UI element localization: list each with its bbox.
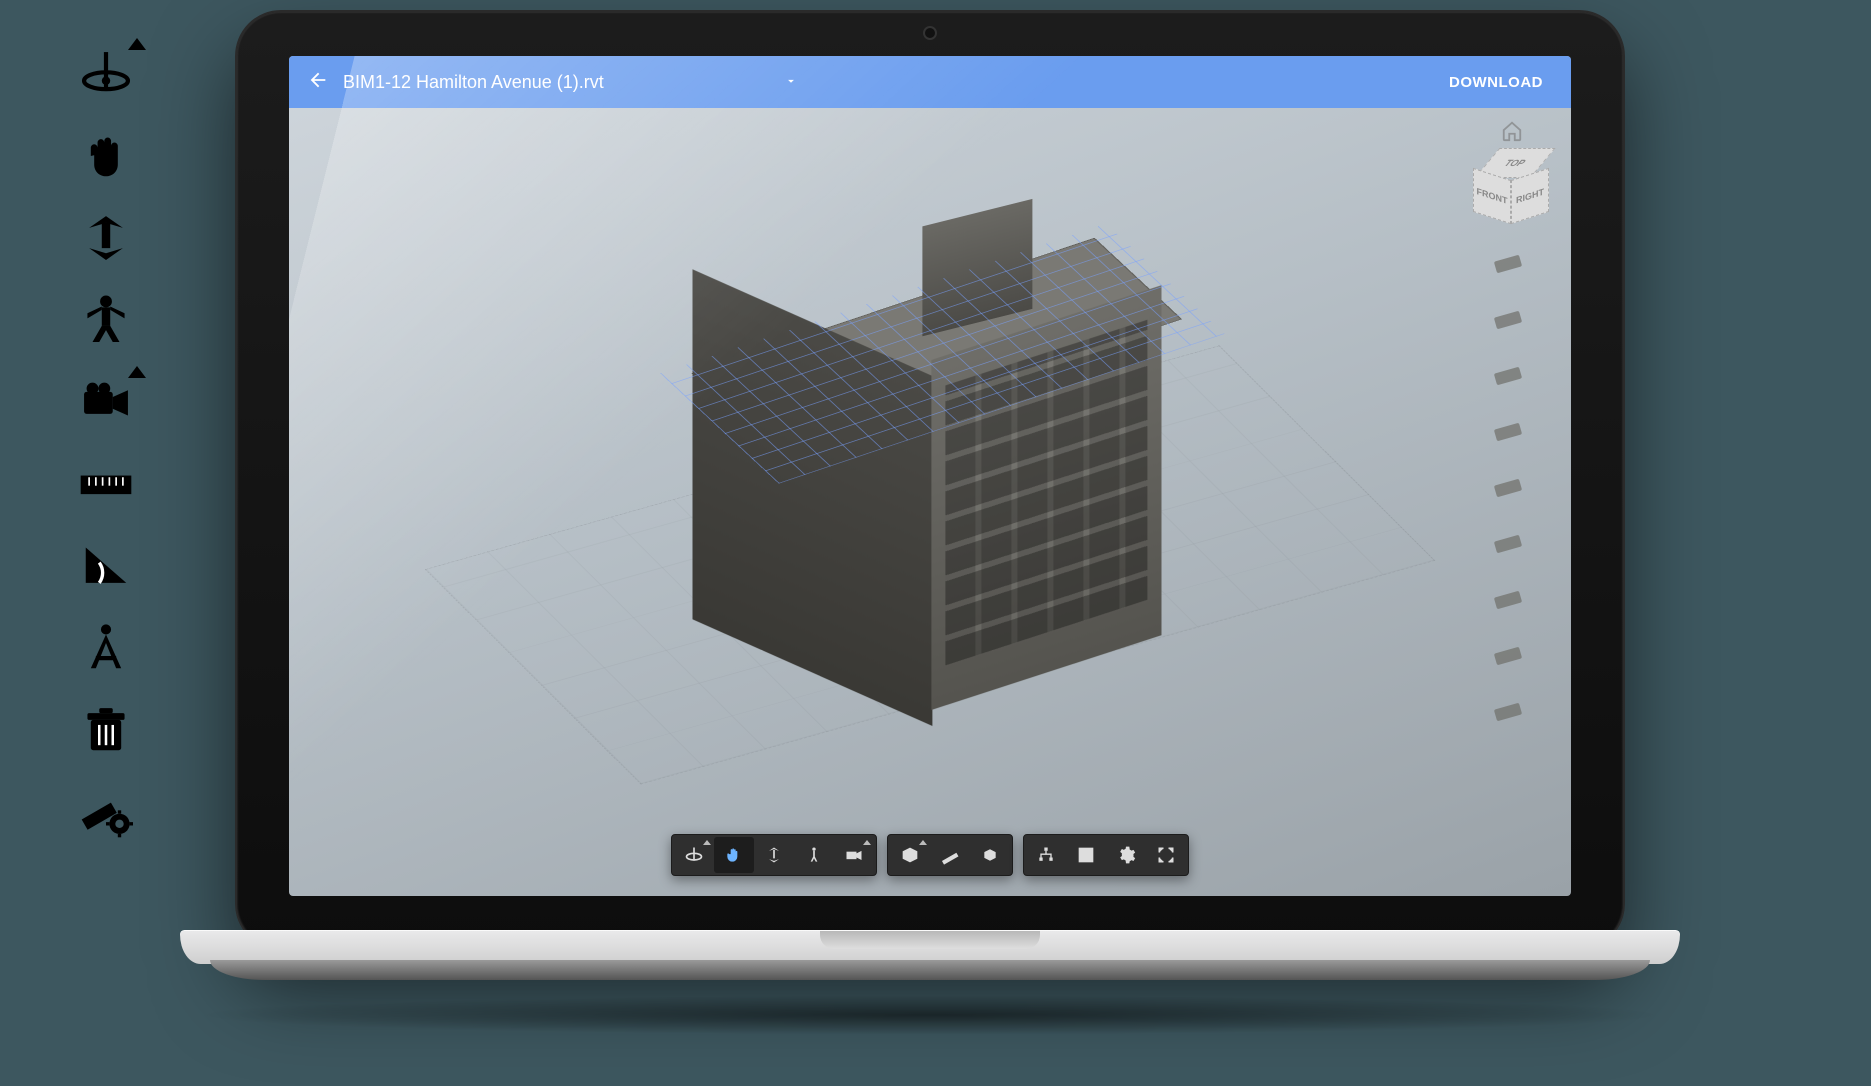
file-dropdown-icon[interactable] (784, 72, 798, 93)
ruler-icon[interactable] (70, 450, 142, 518)
orbit-icon[interactable] (674, 837, 714, 873)
camera-icon[interactable] (70, 368, 142, 436)
view-cube[interactable]: TOP FRONT RIGHT (1473, 148, 1551, 226)
external-side-toolbar (70, 40, 142, 846)
compass-icon[interactable] (70, 614, 142, 682)
angle-icon[interactable] (70, 532, 142, 600)
zoom-extents-icon[interactable] (70, 204, 142, 272)
explode-icon[interactable] (970, 837, 1010, 873)
laptop-base (180, 930, 1680, 990)
panels-tool-group (1023, 834, 1189, 876)
zoom-extents-icon[interactable] (754, 837, 794, 873)
viewer-toolbar (671, 834, 1189, 876)
home-view-icon[interactable] (1501, 120, 1523, 142)
walk-icon[interactable] (70, 286, 142, 354)
fullscreen-icon[interactable] (1146, 837, 1186, 873)
measure-icon[interactable] (930, 837, 970, 873)
laptop-mockup: BIM1-12 Hamilton Avenue (1).rvt DOWNLOAD (180, 10, 1680, 1070)
properties-icon[interactable] (1066, 837, 1106, 873)
trash-icon[interactable] (70, 696, 142, 764)
back-arrow-icon[interactable] (307, 69, 329, 96)
pan-hand-icon[interactable] (714, 837, 754, 873)
camera-icon[interactable] (834, 837, 874, 873)
3d-viewport[interactable]: TOP FRONT RIGHT (289, 108, 1571, 896)
walk-icon[interactable] (794, 837, 834, 873)
file-title: BIM1-12 Hamilton Avenue (1).rvt (343, 72, 604, 93)
settings-gear-icon[interactable] (1106, 837, 1146, 873)
viewer-screen: BIM1-12 Hamilton Avenue (1).rvt DOWNLOAD (289, 56, 1571, 896)
level-markers (1495, 258, 1521, 718)
nav-tool-group (671, 834, 877, 876)
section-box-icon[interactable] (890, 837, 930, 873)
webcam-icon (923, 26, 937, 40)
pan-hand-icon[interactable] (70, 122, 142, 190)
analyze-tool-group (887, 834, 1013, 876)
model-tree-icon[interactable] (1026, 837, 1066, 873)
measure-settings-icon[interactable] (70, 778, 142, 846)
app-header: BIM1-12 Hamilton Avenue (1).rvt DOWNLOAD (289, 56, 1571, 108)
orbit-icon[interactable] (70, 40, 142, 108)
building-model[interactable] (672, 253, 1132, 683)
download-button[interactable]: DOWNLOAD (1439, 70, 1553, 95)
